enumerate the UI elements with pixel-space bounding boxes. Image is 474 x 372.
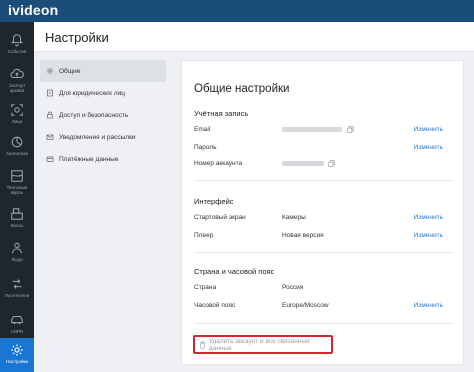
country-label: Страна xyxy=(194,284,217,291)
account-number-label: Номер аккаунта xyxy=(194,160,243,167)
menu-item-security[interactable]: Доступ и безопасность xyxy=(40,104,166,126)
sidebar-item-analytics[interactable]: Аналитика xyxy=(0,130,34,166)
sidebar-item-label: Настройки xyxy=(5,359,29,364)
delete-account-button[interactable]: Удалить аккаунт и все связанные данные xyxy=(193,335,333,354)
menu-item-notifications[interactable]: Уведомления и рассылки xyxy=(40,126,166,148)
card-title: Общие настройки xyxy=(194,83,290,95)
menu-item-legal[interactable]: Для юридических лиц xyxy=(40,82,166,104)
email-label: Email xyxy=(194,126,211,133)
copy-icon[interactable] xyxy=(328,160,335,167)
gear-icon xyxy=(11,344,23,356)
timezone-change-link[interactable]: Изменить xyxy=(414,302,443,309)
gear-icon xyxy=(46,67,54,75)
menu-item-label: Общие xyxy=(59,67,81,75)
timezone-label: Часовой пояс xyxy=(194,302,236,309)
menu-item-label: Для юридических лиц xyxy=(59,89,125,97)
divider xyxy=(194,323,453,324)
cash-register-icon xyxy=(11,208,23,220)
player-label: Плеер xyxy=(194,232,214,239)
interface-section-title: Интерфейс xyxy=(194,197,234,206)
trash-icon xyxy=(199,341,206,349)
settings-menu: Общие Для юридических лиц Доступ и безоп… xyxy=(40,60,166,170)
face-icon xyxy=(11,104,23,116)
menu-item-label: Платёжные данные xyxy=(59,155,119,163)
menu-item-general[interactable]: Общие xyxy=(40,60,166,82)
sidebar-item-visitors[interactable]: Посетители xyxy=(0,272,34,308)
sidebar-item-settings[interactable]: Настройки xyxy=(0,338,34,372)
menu-item-billing[interactable]: Платёжные данные xyxy=(40,148,166,170)
password-change-link[interactable]: Изменить xyxy=(414,144,443,151)
copy-icon[interactable] xyxy=(347,126,354,133)
document-icon xyxy=(47,89,53,97)
player-change-link[interactable]: Изменить xyxy=(414,232,443,239)
app-logo[interactable]: ivideon xyxy=(8,2,58,18)
sidebar-item-faces[interactable]: Лица xyxy=(0,98,34,134)
player-value: Новая версия xyxy=(282,232,324,239)
sidebar-item-events[interactable]: События xyxy=(0,28,34,64)
sidebar-item-heatmaps[interactable]: Тепловые карты xyxy=(0,164,34,200)
sidebar-item-label: События xyxy=(7,49,27,54)
heatmap-icon xyxy=(11,170,23,182)
lock-icon xyxy=(47,111,53,119)
car-icon xyxy=(11,315,23,325)
start-screen-value: Камеры xyxy=(282,214,306,221)
sidebar-item-cash[interactable]: Кассы xyxy=(0,202,34,238)
divider xyxy=(194,252,453,253)
email-change-link[interactable]: Изменить xyxy=(414,126,443,133)
sidebar-item-label: Лица xyxy=(11,119,23,124)
region-section-title: Страна и часовой пояс xyxy=(194,267,275,276)
sidebar: События Экспорт архива Лица Аналитика Те… xyxy=(0,22,34,372)
timezone-value: Europe/Moscow xyxy=(282,302,329,309)
sidebar-item-label: Люди xyxy=(11,257,23,262)
bell-icon xyxy=(10,34,24,47)
mail-icon xyxy=(46,134,54,140)
password-label: Пароль xyxy=(194,144,217,151)
menu-item-label: Уведомления и рассылки xyxy=(59,133,136,141)
country-value: Россия xyxy=(282,284,304,291)
card-icon xyxy=(46,156,54,162)
account-number-masked xyxy=(282,161,324,166)
delete-account-label: Удалить аккаунт и все связанные данные xyxy=(208,337,310,352)
divider xyxy=(194,180,453,181)
menu-item-label: Доступ и безопасность xyxy=(59,111,129,119)
sidebar-item-export[interactable]: Экспорт архива xyxy=(0,62,34,98)
account-section-title: Учётная запись xyxy=(194,109,249,118)
sidebar-item-label: Кассы xyxy=(10,223,24,228)
email-value-masked xyxy=(282,127,342,132)
page-header: Настройки xyxy=(34,22,474,52)
sidebar-item-label: Посетители xyxy=(4,293,30,298)
analytics-icon xyxy=(11,136,23,148)
start-screen-change-link[interactable]: Изменить xyxy=(414,214,443,221)
sidebar-item-label: Экспорт архива xyxy=(8,83,26,93)
top-bar: ivideon xyxy=(0,0,474,22)
general-settings-card: Общие настройки Учётная запись Email Изм… xyxy=(181,60,464,365)
start-screen-label: Стартовый экран xyxy=(194,214,246,221)
sidebar-item-label: Тепловые карты xyxy=(6,185,28,195)
page-title: Настройки xyxy=(45,30,109,45)
people-icon xyxy=(12,242,22,254)
cloud-upload-icon xyxy=(10,68,24,79)
visitors-icon xyxy=(12,279,22,289)
sidebar-item-people[interactable]: Люди xyxy=(0,236,34,272)
sidebar-item-label: ANPR xyxy=(10,329,24,334)
sidebar-item-label: Аналитика xyxy=(5,151,29,156)
